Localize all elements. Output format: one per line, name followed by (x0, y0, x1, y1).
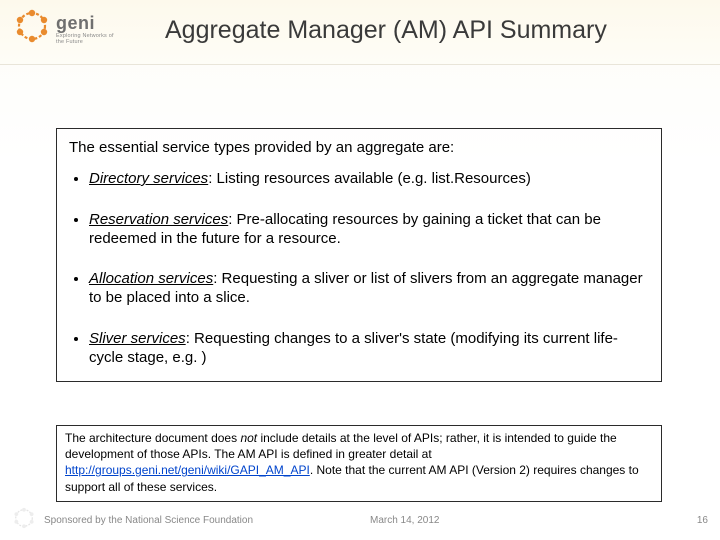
list-item: Directory services: Listing resources av… (89, 170, 649, 189)
list-item: Reservation services: Pre-allocating res… (89, 211, 649, 249)
logo-tagline: Exploring Networks of the Future (56, 34, 115, 45)
service-name: Directory services (89, 170, 208, 187)
slide-header: geni Exploring Networks of the Future Ag… (0, 0, 720, 65)
footer-page-number: 16 (697, 515, 708, 526)
slide: geni Exploring Networks of the Future Ag… (0, 0, 720, 540)
content-box: The essential service types provided by … (56, 128, 662, 382)
footer-watermark-icon (10, 504, 38, 532)
logo-brand: geni (56, 14, 115, 32)
service-list: Directory services: Listing resources av… (69, 170, 649, 367)
geni-logo-text: geni Exploring Networks of the Future (56, 14, 115, 45)
list-item: Sliver services: Requesting changes to a… (89, 330, 649, 368)
geni-logo-icon (10, 4, 54, 48)
slide-footer: Sponsored by the National Science Founda… (0, 510, 720, 530)
list-item: Allocation services: Requesting a sliver… (89, 270, 649, 308)
geni-logo: geni Exploring Networks of the Future (10, 4, 115, 58)
note-link[interactable]: http://groups.geni.net/geni/wiki/GAPI_AM… (65, 463, 310, 477)
service-desc: : Listing resources available (e.g. list… (208, 170, 531, 187)
service-name: Allocation services (89, 270, 213, 287)
note-not: not (240, 431, 257, 445)
service-name: Reservation services (89, 211, 228, 228)
note-pre: The architecture document does (65, 431, 240, 445)
note-box: The architecture document does not inclu… (56, 425, 662, 502)
content-intro: The essential service types provided by … (69, 139, 649, 156)
footer-sponsor: Sponsored by the National Science Founda… (44, 515, 253, 526)
footer-date: March 14, 2012 (370, 515, 440, 526)
service-name: Sliver services (89, 330, 186, 347)
slide-title: Aggregate Manager (AM) API Summary (165, 16, 700, 45)
